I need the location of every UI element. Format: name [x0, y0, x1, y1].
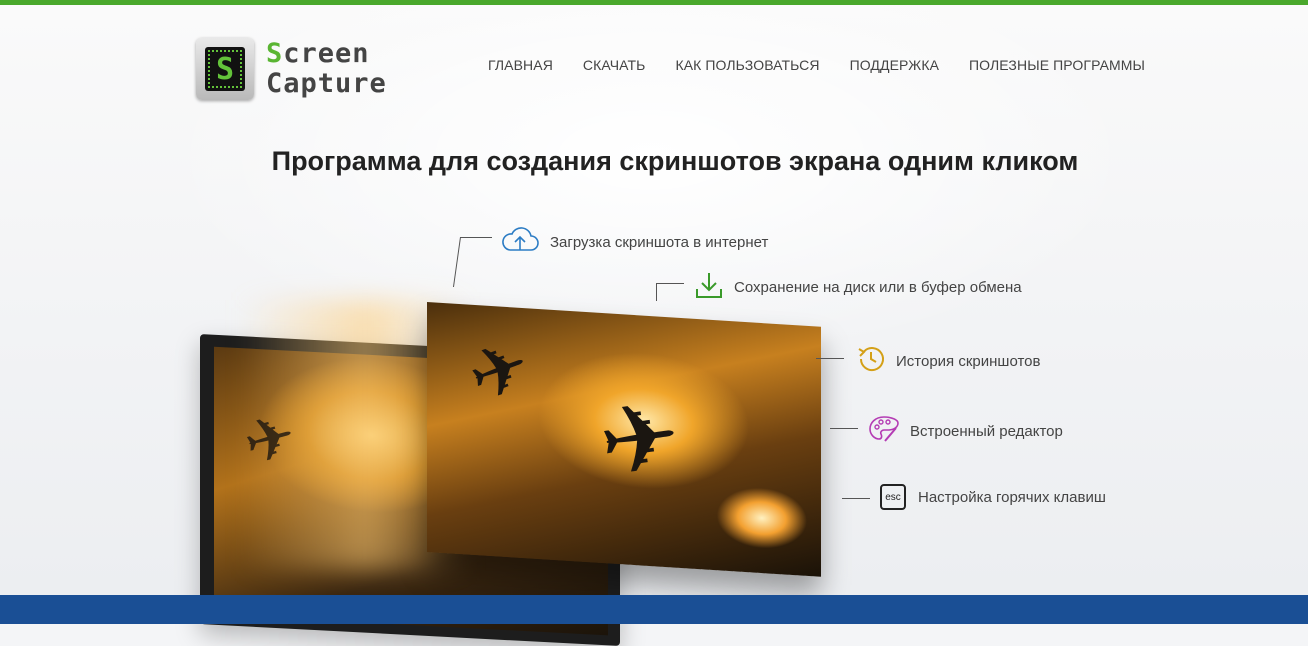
feature-upload: Загрузка скриншота в интернет — [500, 226, 768, 259]
feature-history-label: История скриншотов — [896, 353, 1041, 370]
feature-hotkeys: esc Настройка горячих клавиш — [880, 484, 1106, 510]
palette-icon — [868, 414, 900, 449]
download-icon — [694, 270, 724, 305]
logo-word-1-rest: creen — [283, 38, 370, 69]
logo-wordmark: Screen Capture — [266, 39, 387, 99]
logo-first-letter: S — [266, 38, 284, 69]
feature-history: История скриншотов — [856, 344, 1040, 379]
esc-key-icon: esc — [880, 484, 906, 510]
nav-item-download[interactable]: СКАЧАТЬ — [583, 57, 646, 73]
connector-line — [816, 358, 844, 359]
connector-line — [842, 498, 870, 499]
history-icon — [856, 344, 886, 379]
cloud-upload-icon — [500, 226, 540, 259]
logo-mark-icon: S — [196, 38, 254, 100]
connector-line — [830, 428, 858, 429]
connector-line — [656, 283, 657, 301]
nav-item-home[interactable]: ГЛАВНАЯ — [488, 57, 553, 73]
jet-silhouette-icon: ✈ — [593, 381, 687, 499]
nav-item-how-to-use[interactable]: КАК ПОЛЬЗОВАТЬСЯ — [675, 57, 819, 73]
feature-hotkeys-label: Настройка горячих клавиш — [918, 488, 1106, 506]
logo-letter: S — [215, 51, 235, 87]
site-logo[interactable]: S Screen Capture — [196, 36, 396, 102]
bottom-blue-band — [0, 595, 1308, 624]
feature-upload-label: Загрузка скриншота в интернет — [550, 234, 769, 251]
connector-line — [656, 283, 684, 284]
feature-editor-label: Встроенный редактор — [910, 423, 1063, 440]
connector-line — [460, 237, 492, 238]
main-nav: ГЛАВНАЯ СКАЧАТЬ КАК ПОЛЬЗОВАТЬСЯ ПОДДЕРЖ… — [488, 57, 1175, 73]
nav-item-support[interactable]: ПОДДЕРЖКА — [850, 57, 939, 73]
feature-editor: Встроенный редактор — [868, 414, 1063, 449]
feature-save: Сохранение на диск или в буфер обмена — [694, 270, 1022, 305]
page-title: Программа для создания скриншотов экрана… — [271, 146, 1079, 176]
nav-item-useful-programs[interactable]: ПОЛЕЗНЫЕ ПРОГРАММЫ — [969, 57, 1145, 73]
logo-word-2: Capture — [266, 68, 387, 99]
feature-save-label: Сохранение на диск или в буфер обмена — [734, 279, 1022, 296]
